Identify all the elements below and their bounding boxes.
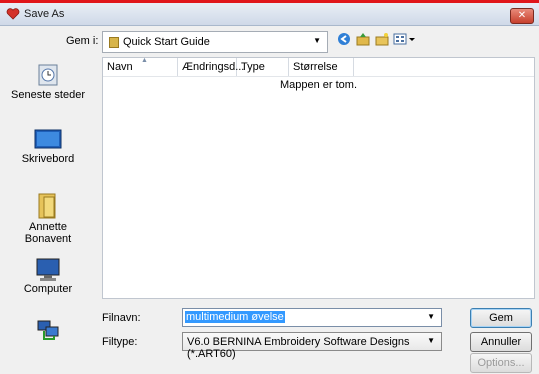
lookin-value: Quick Start Guide <box>123 36 210 48</box>
filetype-label: Filtype: <box>102 336 138 348</box>
new-folder-icon[interactable] <box>373 32 391 48</box>
place-computer[interactable]: Computer <box>0 257 96 295</box>
user-folder-icon <box>38 193 56 219</box>
lookin-label: Gem i: <box>66 35 99 47</box>
place-desktop[interactable]: Skrivebord <box>0 127 96 165</box>
empty-folder-text: Mappen er tom. <box>279 79 358 91</box>
save-button[interactable]: Gem <box>470 308 532 328</box>
recent-places-icon <box>38 64 58 86</box>
filetype-value: V6.0 BERNINA Embroidery Software Designs… <box>187 336 410 360</box>
sort-up-icon: ▲ <box>141 57 148 64</box>
place-user[interactable]: Annette Bonavent <box>0 191 96 245</box>
place-label: Annette Bonavent <box>24 221 72 245</box>
window-title: Save As <box>24 8 65 20</box>
options-button[interactable]: Options... <box>470 353 532 373</box>
column-type[interactable]: Type <box>237 58 289 76</box>
places-bar: Seneste steder Skrivebord Annette Bonave… <box>0 57 96 340</box>
close-button[interactable]: ✕ <box>510 8 534 24</box>
filename-value: multimedium øvelse <box>185 311 285 323</box>
folder-icon <box>109 37 119 48</box>
place-label: Seneste steder <box>11 89 85 101</box>
back-icon[interactable] <box>335 32 353 48</box>
views-menu-icon[interactable] <box>392 32 418 48</box>
cancel-button[interactable]: Annuller <box>470 332 532 352</box>
title-bar[interactable]: Save As ✕ <box>0 3 539 26</box>
filetype-select[interactable]: V6.0 BERNINA Embroidery Software Designs… <box>182 332 442 360</box>
place-network[interactable] <box>0 319 96 343</box>
place-recent[interactable]: Seneste steder <box>0 61 96 101</box>
chevron-down-icon: ▼ <box>313 36 321 45</box>
filename-field[interactable]: multimedium øvelse ▼ <box>182 308 442 327</box>
place-label: Skrivebord <box>21 153 75 165</box>
column-name-label: Navn <box>107 61 133 73</box>
desktop-icon <box>34 129 62 149</box>
up-folder-icon[interactable] <box>354 32 372 48</box>
chevron-down-icon[interactable]: ▼ <box>427 312 435 321</box>
chevron-down-icon: ▼ <box>427 336 435 345</box>
place-label: Computer <box>23 283 73 295</box>
column-name[interactable]: Navn ▲ <box>103 57 178 76</box>
lookin-combo[interactable]: Quick Start Guide ▼ <box>102 31 328 53</box>
network-icon <box>37 320 59 340</box>
file-list[interactable]: Navn ▲ Ændringsd... Type Størrelse Mappe… <box>102 57 535 299</box>
column-modified[interactable]: Ændringsd... <box>178 58 244 76</box>
filename-label: Filnavn: <box>102 312 141 324</box>
app-heart-icon <box>6 8 20 20</box>
column-size[interactable]: Størrelse <box>289 58 354 76</box>
computer-icon <box>36 258 60 281</box>
